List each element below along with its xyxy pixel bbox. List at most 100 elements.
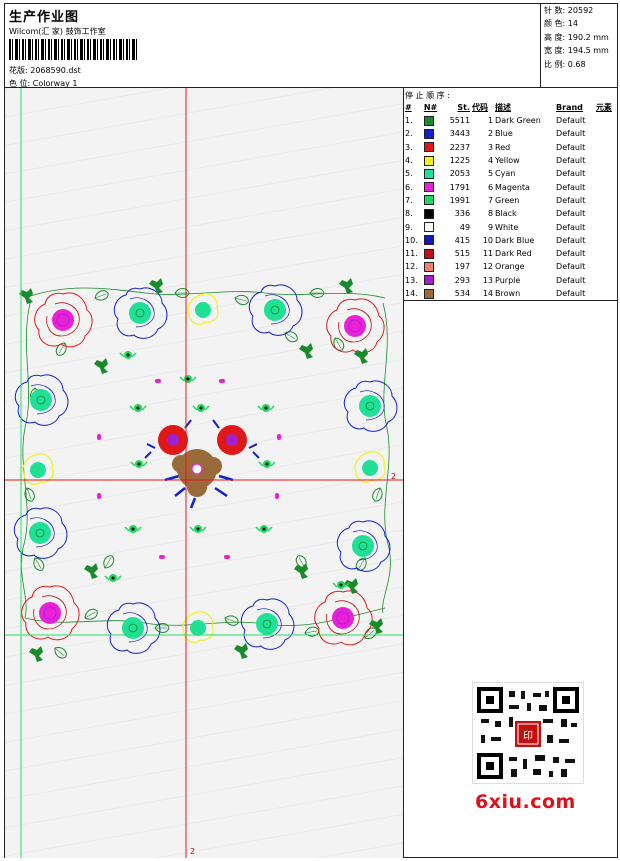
legend-row: 6.617916MagentaDefault xyxy=(404,180,618,193)
row-index: 13. xyxy=(405,275,418,285)
row-description: Dark Red xyxy=(495,249,532,259)
color-swatch xyxy=(423,275,434,286)
color-stop-table: # N# St. 代码 描述 Brand 元素 1.155111Dark Gre… xyxy=(404,101,618,300)
row-code: 13 xyxy=(482,275,494,285)
row-code: 3 xyxy=(487,142,494,152)
row-element xyxy=(595,154,618,167)
row-index: 1. xyxy=(405,116,413,126)
row-stitches: 293 xyxy=(454,275,471,285)
row-brand: Default xyxy=(556,169,586,179)
row-index: 11. xyxy=(405,249,418,259)
row-brand: Default xyxy=(556,275,586,285)
row-needle: 11 xyxy=(423,247,443,260)
row-brand: Default xyxy=(556,156,586,166)
row-index: 6. xyxy=(405,182,413,192)
row-element xyxy=(595,220,618,233)
row-code: 6 xyxy=(487,182,494,192)
stitch-count: 针 数: 20592 xyxy=(544,6,594,15)
row-code: 4 xyxy=(487,156,494,166)
color-swatch xyxy=(423,261,434,272)
row-code: 8 xyxy=(487,209,494,219)
row-stitches: 3443 xyxy=(449,129,471,139)
legend-row: 2.234432BlueDefault xyxy=(404,127,618,140)
row-element xyxy=(595,247,618,260)
row-needle: 14 xyxy=(423,287,443,300)
legend-row: 14.1453414BrownDefault xyxy=(404,287,618,300)
row-code: 10 xyxy=(482,235,494,245)
row-description: Dark Green xyxy=(495,116,541,126)
watermark-logo: 6xiu.com xyxy=(475,791,576,813)
col-code: 代码 xyxy=(472,103,489,112)
row-stitches: 515 xyxy=(454,249,471,259)
color-swatch xyxy=(423,128,434,139)
row-description: White xyxy=(495,222,519,232)
design-width: 宽 度: 194.5 mm xyxy=(544,46,609,55)
row-needle: 12 xyxy=(423,260,443,273)
color-swatch xyxy=(423,195,434,206)
row-code: 14 xyxy=(482,289,494,298)
row-brand: Default xyxy=(556,262,586,272)
row-needle: 13 xyxy=(423,274,443,287)
row-brand: Default xyxy=(556,116,586,126)
studio-subtitle: Wilcom(汇 家) 鼓饰工作室 xyxy=(9,27,106,36)
row-code: 12 xyxy=(482,262,494,272)
row-code: 5 xyxy=(487,169,494,179)
row-description: Dark Blue xyxy=(495,235,535,245)
row-description: Orange xyxy=(495,262,525,272)
row-stitches: 49 xyxy=(459,222,471,232)
row-description: Purple xyxy=(495,275,521,285)
row-stitches: 1225 xyxy=(449,156,471,166)
color-swatch xyxy=(423,222,434,233)
legend-row: 8.83368BlackDefault xyxy=(404,207,618,220)
color-swatch xyxy=(423,155,434,166)
row-description: Yellow xyxy=(495,156,520,166)
row-needle: 5 xyxy=(423,167,443,180)
row-index: 10. xyxy=(405,235,418,245)
row-element xyxy=(595,274,618,287)
stats-panel: 针 数: 20592 颜 色: 14 高 度: 190.2 mm 宽 度: 19… xyxy=(540,3,619,87)
row-needle: 1 xyxy=(423,114,443,127)
color-swatch xyxy=(423,182,434,193)
row-element xyxy=(595,207,618,220)
row-code: 2 xyxy=(487,129,494,139)
legend-row: 5.520535CyanDefault xyxy=(404,167,618,180)
qr-code: 印 xyxy=(472,682,584,784)
design-file-line: 花版: 2068590.dst xyxy=(9,65,81,76)
row-needle: 6 xyxy=(423,180,443,193)
color-stop-legend: 停 止 顺 序 : # N# St. 代码 描述 Brand 元素 1.1551… xyxy=(404,88,618,300)
legend-row: 1.155111Dark GreenDefault xyxy=(404,114,618,127)
row-element xyxy=(595,287,618,300)
row-stitches: 2237 xyxy=(449,142,471,152)
col-element: 元素 xyxy=(595,103,612,112)
col-index: # xyxy=(405,103,412,112)
col-brand: Brand xyxy=(556,103,583,112)
design-value: 2068590.dst xyxy=(30,66,81,75)
row-description: Red xyxy=(495,142,511,152)
row-stitches: 197 xyxy=(454,262,471,272)
legend-row: 3.322373RedDefault xyxy=(404,141,618,154)
row-element xyxy=(595,127,618,140)
row-needle: 2 xyxy=(423,127,443,140)
row-description: Black xyxy=(495,209,517,219)
color-count: 颜 色: 14 xyxy=(544,19,578,28)
row-needle: 9 xyxy=(423,220,443,233)
legend-row: 11.1151511Dark RedDefault xyxy=(404,247,618,260)
row-stitches: 336 xyxy=(454,209,471,219)
embroidery-preview xyxy=(5,88,403,858)
col-needle: N# xyxy=(423,103,438,112)
row-stitches: 2053 xyxy=(449,169,471,179)
row-needle: 4 xyxy=(423,154,443,167)
row-needle: 7 xyxy=(423,194,443,207)
row-brand: Default xyxy=(556,195,586,205)
design-label: 花版: xyxy=(9,66,28,75)
color-swatch xyxy=(423,168,434,179)
barcode xyxy=(9,39,139,60)
row-brand: Default xyxy=(556,289,586,298)
row-element xyxy=(595,234,618,247)
row-index: 3. xyxy=(405,142,413,152)
design-canvas[interactable]: 2 2 xyxy=(5,88,403,858)
legend-row: 13.1329313PurpleDefault xyxy=(404,274,618,287)
legend-row: 9.9499WhiteDefault xyxy=(404,220,618,233)
qr-code-image: 印 xyxy=(477,687,579,779)
legend-row: 12.1219712OrangeDefault xyxy=(404,260,618,273)
